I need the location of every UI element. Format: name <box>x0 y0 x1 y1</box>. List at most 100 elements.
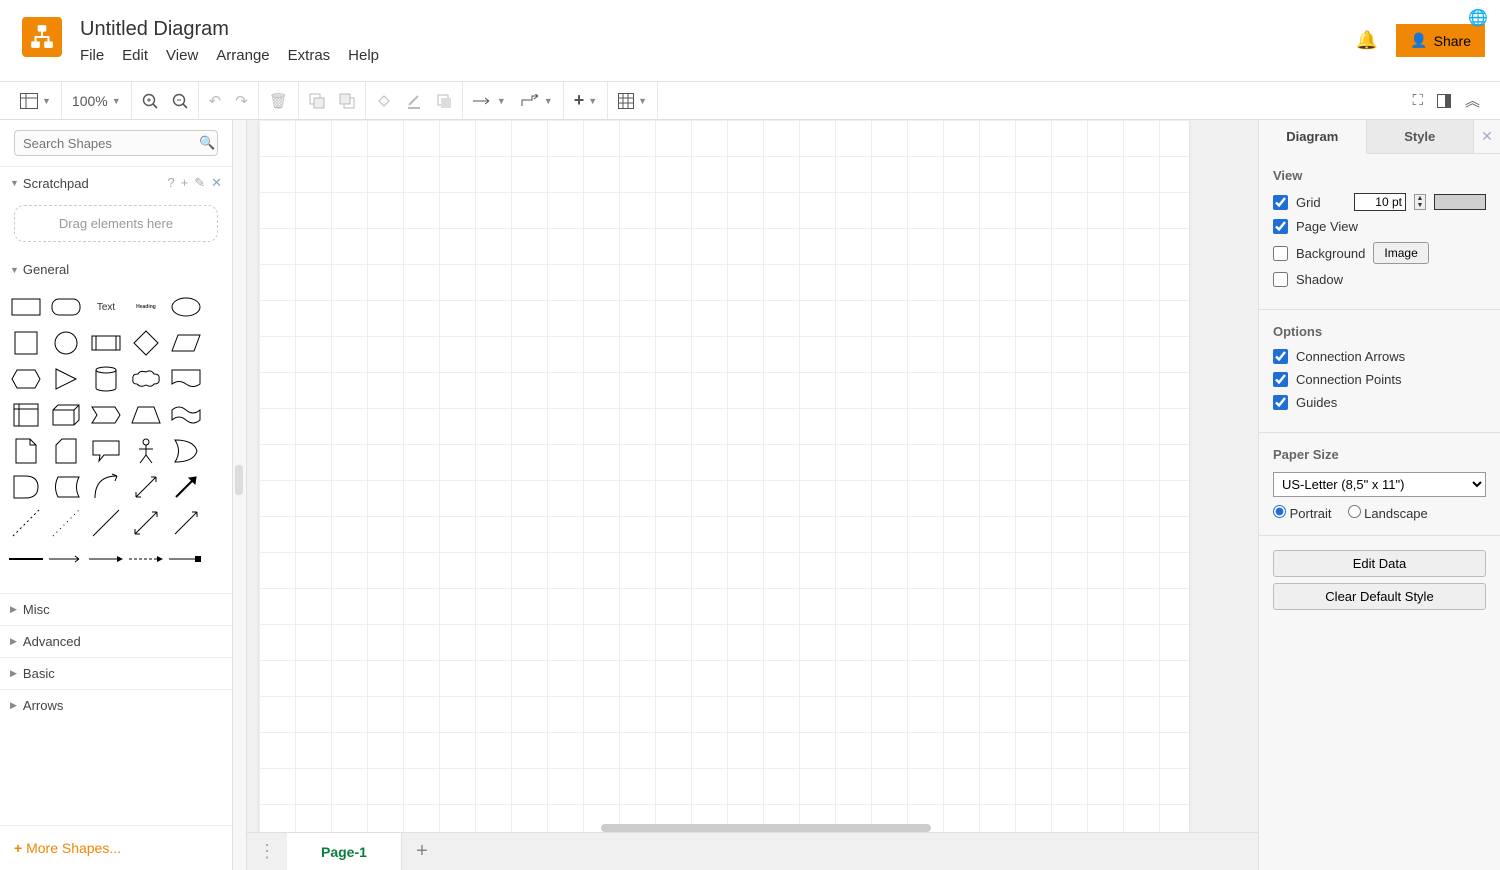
shape-trapezoid[interactable] <box>128 399 164 431</box>
portrait-radio-label[interactable]: Portrait <box>1273 505 1332 521</box>
shape-step[interactable] <box>88 399 124 431</box>
page-view-checkbox[interactable] <box>1273 219 1288 234</box>
scratchpad-edit-icon[interactable]: ✎ <box>194 175 205 191</box>
shape-curve[interactable] <box>88 471 124 503</box>
tab-diagram[interactable]: Diagram <box>1259 120 1367 154</box>
shape-hexagon[interactable] <box>8 363 44 395</box>
landscape-radio[interactable] <box>1348 505 1361 518</box>
shape-or[interactable] <box>168 435 204 467</box>
background-image-button[interactable]: Image <box>1373 242 1428 264</box>
category-misc[interactable]: ▶Misc <box>0 593 232 625</box>
shape-data-storage[interactable] <box>48 471 84 503</box>
shape-square[interactable] <box>8 327 44 359</box>
grid-size-stepper[interactable]: ▲▼ <box>1414 194 1426 210</box>
landscape-radio-label[interactable]: Landscape <box>1348 505 1428 521</box>
shape-heading[interactable]: Heading <box>128 291 164 323</box>
format-panel-toggle-icon[interactable] <box>1437 94 1451 108</box>
page-tab-1[interactable]: Page-1 <box>287 833 402 870</box>
shape-connector-4[interactable] <box>168 543 204 575</box>
guides-checkbox[interactable] <box>1273 395 1288 410</box>
scratchpad-header[interactable]: ▼ Scratchpad ? + ✎ ✕ <box>0 167 232 199</box>
undo-icon[interactable]: ↶ <box>209 92 222 110</box>
shape-card[interactable] <box>48 435 84 467</box>
scratchpad-add-icon[interactable]: + <box>181 175 189 191</box>
splitter-handle-icon[interactable] <box>235 465 243 495</box>
horizontal-scrollbar[interactable] <box>601 824 931 832</box>
shape-dotted-line[interactable] <box>48 507 84 539</box>
shape-cloud[interactable] <box>128 363 164 395</box>
insert-icon[interactable]: +▼ <box>574 90 597 111</box>
grid-size-input[interactable] <box>1354 193 1406 211</box>
connection-type-icon[interactable]: ▼ <box>473 96 506 106</box>
menu-arrange[interactable]: Arrange <box>216 47 269 64</box>
tab-style[interactable]: Style <box>1367 120 1475 154</box>
edit-data-button[interactable]: Edit Data <box>1273 550 1486 577</box>
splitter[interactable] <box>233 120 247 870</box>
shape-connector-3[interactable] <box>128 543 164 575</box>
to-front-icon[interactable] <box>309 93 325 109</box>
shape-note[interactable] <box>8 435 44 467</box>
portrait-radio[interactable] <box>1273 505 1286 518</box>
shape-parallelogram[interactable] <box>168 327 204 359</box>
shape-connector-1[interactable] <box>48 543 84 575</box>
shape-text[interactable]: Text <box>88 291 124 323</box>
shape-actor[interactable] <box>128 435 164 467</box>
shape-document[interactable] <box>168 363 204 395</box>
menu-help[interactable]: Help <box>348 47 379 64</box>
shape-cylinder[interactable] <box>88 363 124 395</box>
category-advanced[interactable]: ▶Advanced <box>0 625 232 657</box>
fullscreen-icon[interactable]: ⛶ <box>1412 92 1423 109</box>
shape-bidirectional-arrow[interactable] <box>128 471 164 503</box>
view-mode-button[interactable]: ▼ <box>20 93 51 109</box>
redo-icon[interactable]: ↷ <box>235 92 248 110</box>
connection-points-checkbox[interactable] <box>1273 372 1288 387</box>
scratchpad-help-icon[interactable]: ? <box>167 175 174 191</box>
menu-file[interactable]: File <box>80 47 104 64</box>
panel-close-icon[interactable]: ✕ <box>1474 120 1500 154</box>
menu-view[interactable]: View <box>166 47 198 64</box>
shape-tape[interactable] <box>168 399 204 431</box>
shape-directional-line[interactable] <box>168 507 204 539</box>
line-color-icon[interactable] <box>406 93 422 109</box>
language-icon[interactable]: 🌐 <box>1468 8 1488 28</box>
shape-arrow[interactable] <box>168 471 204 503</box>
page-menu-icon[interactable]: ⋮ <box>247 841 287 862</box>
papersize-select[interactable]: US-Letter (8,5" x 11") <box>1273 472 1486 497</box>
zoom-out-icon[interactable] <box>172 93 188 109</box>
document-title[interactable]: Untitled Diagram <box>80 18 379 41</box>
more-shapes-button[interactable]: + More Shapes... <box>0 825 232 870</box>
shape-rounded-rectangle[interactable] <box>48 291 84 323</box>
shadow-icon[interactable] <box>436 93 452 109</box>
search-field[interactable] <box>23 136 199 151</box>
shape-and[interactable] <box>8 471 44 503</box>
collapse-icon[interactable]: ︽ <box>1465 90 1480 111</box>
to-back-icon[interactable] <box>339 93 355 109</box>
grid-checkbox[interactable] <box>1273 195 1288 210</box>
zoom-in-icon[interactable] <box>142 93 158 109</box>
shape-internal-storage[interactable] <box>8 399 44 431</box>
menu-extras[interactable]: Extras <box>288 47 331 64</box>
share-button[interactable]: 👤 Share <box>1396 24 1485 57</box>
zoom-level[interactable]: 100%▼ <box>72 93 121 109</box>
canvas[interactable] <box>247 120 1258 832</box>
notifications-icon[interactable]: 🔔 <box>1356 30 1378 51</box>
shape-line[interactable] <box>88 507 124 539</box>
shadow-checkbox[interactable] <box>1273 272 1288 287</box>
category-basic[interactable]: ▶Basic <box>0 657 232 689</box>
menu-edit[interactable]: Edit <box>122 47 148 64</box>
scratchpad-dropzone[interactable]: Drag elements here <box>14 205 218 242</box>
waypoint-icon[interactable]: ▼ <box>520 94 553 108</box>
general-header[interactable]: ▼ General <box>0 254 232 285</box>
page-area[interactable] <box>259 120 1189 832</box>
shape-circle[interactable] <box>48 327 84 359</box>
shape-bidir-line[interactable] <box>128 507 164 539</box>
connection-arrows-checkbox[interactable] <box>1273 349 1288 364</box>
table-icon[interactable]: ▼ <box>618 93 647 109</box>
background-checkbox[interactable] <box>1273 246 1288 261</box>
add-page-icon[interactable]: + <box>402 840 442 863</box>
scratchpad-close-icon[interactable]: ✕ <box>211 175 222 191</box>
shape-callout[interactable] <box>88 435 124 467</box>
shape-ellipse[interactable] <box>168 291 204 323</box>
shape-connector-2[interactable] <box>88 543 124 575</box>
category-arrows[interactable]: ▶Arrows <box>0 689 232 721</box>
